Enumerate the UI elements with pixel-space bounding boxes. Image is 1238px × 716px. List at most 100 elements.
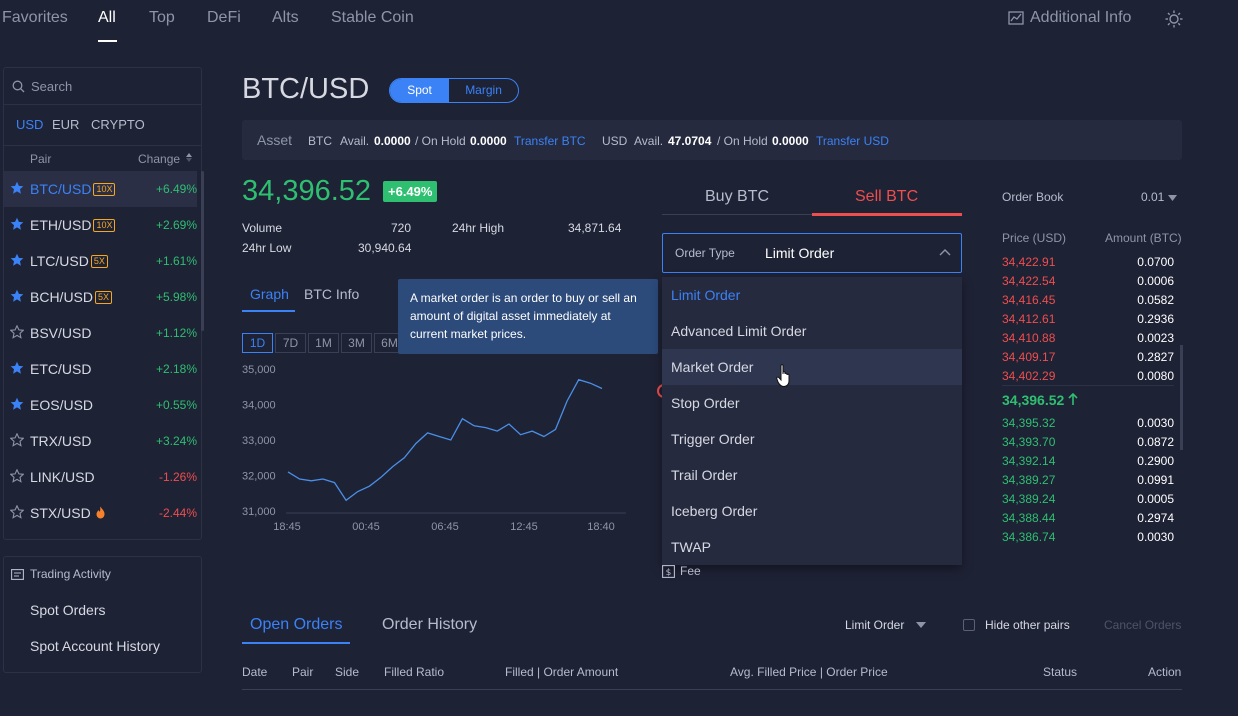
sidebar-scrollbar[interactable] [201,171,204,331]
star-filled-icon[interactable] [10,361,24,375]
tab-all[interactable]: All [98,9,116,27]
range-3m[interactable]: 3M [341,333,372,353]
option-iceberg-order[interactable]: Iceberg Order [662,493,962,529]
pair-change: +1.61% [155,254,197,268]
tab-graph[interactable]: Graph [250,286,289,302]
option-advanced-limit-order[interactable]: Advanced Limit Order [662,313,962,349]
pair-row[interactable]: ETH/USD 10X +2.69% [4,207,197,243]
star-filled-icon[interactable] [10,181,24,195]
pair-row[interactable]: LTC/USD 5X +1.61% [4,243,197,279]
bid-row[interactable]: 34,392.14 0.2900 [1002,452,1174,471]
pair-symbol-text: LINK/USD [30,469,95,485]
star-outline-icon[interactable] [10,505,24,519]
ask-price: 34,412.61 [1002,312,1056,326]
star-outline-icon[interactable] [10,325,24,339]
order-type-select[interactable]: Order Type Limit Order [662,233,962,273]
pair-row[interactable]: ETC/USD +2.18% [4,351,197,387]
tab-defi[interactable]: DeFi [207,9,241,27]
order-book-mid-price: 34,396.52 [1002,392,1078,408]
pair-column-header[interactable]: Pair [30,152,51,166]
pair-row[interactable]: STX/USD -2.44% [4,495,197,531]
sort-icon[interactable] [186,153,192,162]
ask-row[interactable]: 34,412.61 0.2936 [1002,310,1174,329]
order-book-scrollbar[interactable] [1180,345,1183,450]
star-filled-icon[interactable] [10,253,24,267]
range-1m[interactable]: 1M [308,333,339,353]
ask-row[interactable]: 34,416.45 0.0582 [1002,291,1174,310]
tab-open-orders[interactable]: Open Orders [250,616,342,634]
star-outline-icon[interactable] [10,433,24,447]
bid-row[interactable]: 34,395.32 0.0030 [1002,414,1174,433]
btc-hold-value: 0.0000 [470,134,507,148]
btc-avail-label: Avail. [340,134,370,148]
ask-row[interactable]: 34,402.29 0.0080 [1002,367,1174,386]
option-limit-order[interactable]: Limit Order [662,277,962,313]
tab-buy[interactable]: Buy BTC [705,188,769,206]
bid-row[interactable]: 34,388.44 0.2974 [1002,509,1174,528]
ask-row[interactable]: 34,409.17 0.2827 [1002,348,1174,367]
star-filled-icon[interactable] [10,397,24,411]
order-book-step[interactable]: 0.01 [1141,190,1177,204]
change-column-header[interactable]: Change [138,152,180,166]
spot-orders-link[interactable]: Spot Orders [30,602,105,618]
x-tick-label: 12:45 [510,521,538,533]
ask-row[interactable]: 34,410.88 0.0023 [1002,329,1174,348]
margin-button[interactable]: Margin [449,79,518,102]
star-filled-icon[interactable] [10,289,24,303]
tab-order-history[interactable]: Order History [382,616,477,634]
tab-top[interactable]: Top [149,9,175,27]
additional-info-button[interactable]: Additional Info [1008,9,1131,27]
range-7d[interactable]: 7D [275,333,306,353]
pair-row[interactable]: BSV/USD +1.12% [4,315,197,351]
star-filled-icon[interactable] [10,217,24,231]
spot-account-history-link[interactable]: Spot Account History [30,638,160,654]
transfer-btc-link[interactable]: Transfer BTC [514,134,586,148]
pair-row[interactable]: EOS/USD +0.55% [4,387,197,423]
bid-amount: 0.2900 [1137,454,1174,468]
ask-row[interactable]: 34,422.91 0.0700 [1002,253,1174,272]
range-1d[interactable]: 1D [242,333,273,353]
pair-row[interactable]: TRX/USD +3.24% [4,423,197,459]
pair-row[interactable]: BTC/USD 10X +6.49% [4,171,197,207]
pair-change: -2.44% [158,506,197,520]
tab-stable-coin[interactable]: Stable Coin [331,9,414,27]
tab-alts[interactable]: Alts [272,9,299,27]
currency-crypto[interactable]: CRYPTO [91,117,145,132]
option-market-order[interactable]: Market Order [662,349,962,385]
bid-row[interactable]: 34,386.74 0.0030 [1002,528,1174,547]
hide-other-pairs-label[interactable]: Hide other pairs [985,618,1070,632]
cancel-orders-button[interactable]: Cancel Orders [1104,618,1181,632]
chart-icon [1008,11,1024,25]
option-twap[interactable]: TWAP [662,529,962,565]
pair-row[interactable]: BCH/USD 5X +5.98% [4,279,197,315]
sell-tab-underline [812,213,962,216]
price-chart[interactable]: 35,000 34,000 33,000 32,000 31,000 18:45 00:45… [236,355,636,540]
pair-symbol-text: BCH/USD [30,289,94,305]
option-stop-order[interactable]: Stop Order [662,385,962,421]
last-price: 34,396.52 [242,175,372,207]
tab-favorites[interactable]: Favorites [2,9,68,27]
theme-sun-icon[interactable] [1165,10,1183,28]
bid-row[interactable]: 34,393.70 0.0872 [1002,433,1174,452]
caret-down-icon [916,622,927,628]
tab-btc-info[interactable]: BTC Info [304,286,359,302]
bid-row[interactable]: 34,389.27 0.0991 [1002,471,1174,490]
market-order-tooltip: A market order is an order to buy or sel… [398,279,658,354]
hide-other-pairs-checkbox[interactable] [963,619,975,631]
tab-sell[interactable]: Sell BTC [855,188,918,206]
search-input[interactable] [31,78,191,94]
ask-row[interactable]: 34,422.54 0.0006 [1002,272,1174,291]
order-type-filter[interactable]: Limit Order [845,618,927,632]
option-trail-order[interactable]: Trail Order [662,457,962,493]
btc-hold-label: / On Hold [415,134,466,148]
currency-usd[interactable]: USD [16,117,43,132]
additional-info-label: Additional Info [1030,9,1132,26]
currency-eur[interactable]: EUR [52,117,79,132]
bid-row[interactable]: 34,389.24 0.0005 [1002,490,1174,509]
star-outline-icon[interactable] [10,469,24,483]
option-trigger-order[interactable]: Trigger Order [662,421,962,457]
pair-row[interactable]: LINK/USD -1.26% [4,459,197,495]
transfer-usd-link[interactable]: Transfer USD [816,134,889,148]
spot-margin-toggle: Spot Margin [389,78,519,103]
spot-button[interactable]: Spot [390,79,450,102]
